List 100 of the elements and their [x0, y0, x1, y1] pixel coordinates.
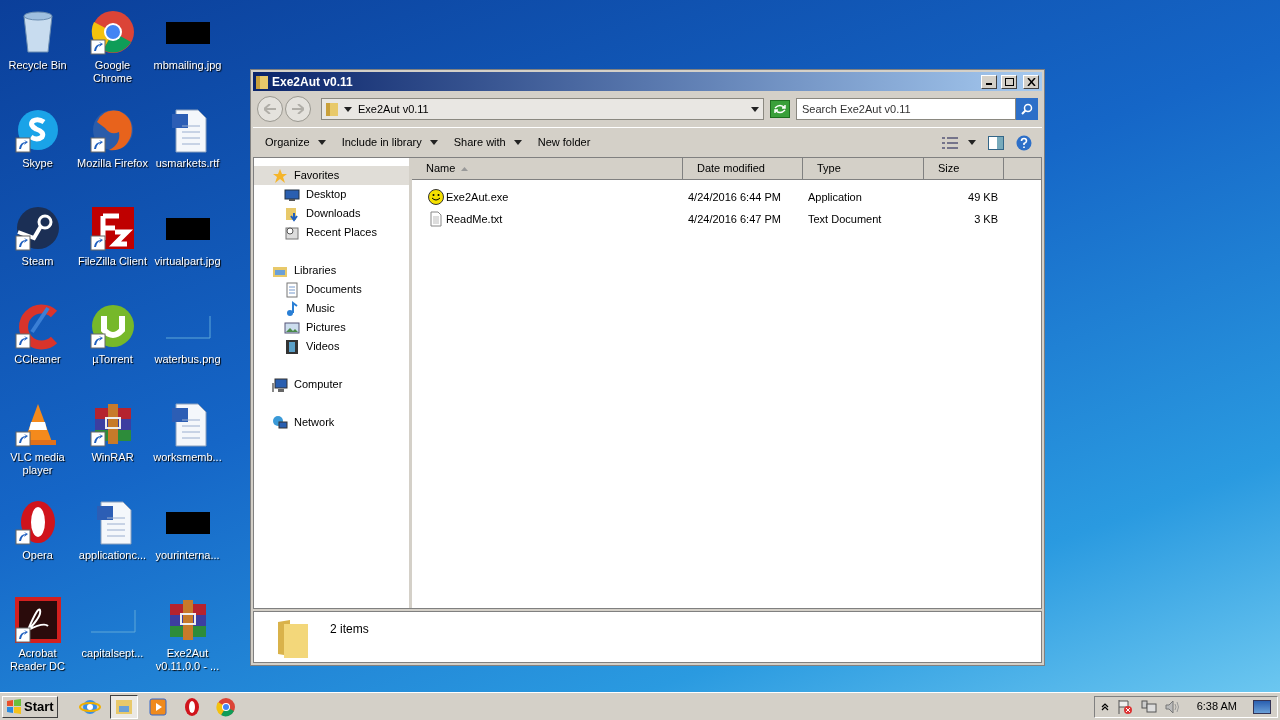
toolbar-button[interactable]: Include in library	[333, 130, 446, 155]
desktop-icon-label[interactable]: Acrobat Reader DC	[0, 647, 75, 673]
file-name: ReadMe.txt	[446, 211, 503, 227]
show-desktop-button[interactable]	[1253, 699, 1271, 714]
navigation-item[interactable]: Downloads	[254, 204, 409, 223]
minimize-button[interactable]	[981, 74, 997, 89]
column-header[interactable]: Name	[412, 158, 683, 180]
navigation-label: Computer	[294, 377, 343, 393]
navigation-label: Downloads	[306, 206, 361, 222]
refresh-icon	[774, 104, 786, 114]
help-icon	[1016, 134, 1032, 151]
caret-icon	[513, 140, 522, 145]
toolbar-button[interactable]: New folder	[529, 130, 599, 155]
desktop-icon-label[interactable]: Opera	[0, 549, 75, 562]
refresh-button[interactable]	[770, 100, 790, 118]
desktop-icon-label[interactable]: CCleaner	[0, 353, 75, 366]
navigation-label: Favorites	[294, 168, 340, 184]
desktop-icon-label[interactable]: VLC media player	[0, 451, 75, 477]
column-header[interactable]: Date modified	[683, 158, 803, 180]
desktop-icon-label[interactable]: waterbus.png	[150, 353, 225, 366]
file-row[interactable]: ReadMe.txt 4/24/2016 6:47 PM Text Document 3 KB	[412, 208, 1041, 230]
network-icon	[272, 414, 288, 431]
computer-icon	[272, 376, 288, 393]
desktop-icon-label[interactable]: Steam	[0, 255, 75, 268]
column-header[interactable]: Type	[803, 158, 924, 180]
navigation-item[interactable]: Favorites	[254, 166, 409, 185]
taskbar-button[interactable]	[109, 694, 138, 719]
navigation-item[interactable]: Libraries	[254, 261, 409, 280]
desktop-icon-label[interactable]: Mozilla Firefox	[75, 157, 150, 170]
address-bar[interactable]: Exe2Aut v0.11	[321, 98, 764, 120]
chevron-up-icon[interactable]	[1100, 702, 1109, 711]
utorrent-icon[interactable]	[88, 302, 137, 350]
window-title: Exe2Aut v0.11	[272, 73, 354, 91]
navigation-item[interactable]: Pictures	[254, 318, 409, 337]
desktop-icon-label[interactable]: mbmailing.jpg	[150, 59, 225, 72]
speaker-icon[interactable]	[1164, 698, 1181, 715]
navigation-label: Network	[294, 415, 335, 431]
navigation-item[interactable]: Desktop	[254, 185, 409, 204]
desktop-icon-label[interactable]: µTorrent	[75, 353, 150, 366]
search-field[interactable]: Search Exe2Aut v0.11	[796, 98, 1016, 120]
filezilla-icon[interactable]	[88, 204, 137, 252]
search-button[interactable]	[1016, 98, 1038, 120]
date-modified-cell-text: 4/24/2016 6:47 PM	[687, 211, 782, 227]
navigation-item[interactable]: Documents	[254, 280, 409, 299]
close-icon	[1026, 77, 1036, 86]
navigation-item[interactable]: Computer	[254, 375, 409, 394]
start-button[interactable]: Start	[2, 695, 58, 718]
navigation-label: Libraries	[294, 263, 337, 279]
folder-icon	[276, 618, 310, 658]
clock[interactable]: 6:38 AM	[1196, 698, 1237, 715]
desktop-icon-label[interactable]: Recycle Bin	[0, 59, 75, 72]
address-text: Exe2Aut v0.11	[358, 101, 430, 117]
smiley-icon	[428, 189, 444, 205]
desktop-icon-label[interactable]: WinRAR	[75, 451, 150, 464]
close-button[interactable]	[1023, 74, 1039, 89]
folder-icon	[256, 74, 268, 89]
preview-pane-icon	[988, 135, 1004, 150]
navigation-label: Videos	[306, 339, 340, 355]
file-row[interactable]: Exe2Aut.exe 4/24/2016 6:44 PM Application 49 KB	[412, 186, 1041, 208]
date-modified-cell-text: 4/24/2016 6:44 PM	[687, 189, 782, 205]
column-header[interactable]: Size	[924, 158, 1004, 180]
desktop-icon-label[interactable]: Skype	[0, 157, 75, 170]
search-icon	[1021, 103, 1033, 115]
desktop-icon-label[interactable]: applicationc...	[75, 549, 150, 562]
details-view-icon	[942, 136, 958, 149]
navigation-label: Music	[306, 301, 335, 317]
desktop-icon-label[interactable]: capitalsept...	[75, 647, 150, 660]
caret-icon	[429, 140, 438, 145]
chrome-icon[interactable]	[88, 8, 137, 56]
desktop-icon-label[interactable]: FileZilla Client	[75, 255, 150, 268]
navigation-item[interactable]: Recent Places	[254, 223, 409, 242]
monitor-icon	[284, 186, 300, 203]
forward-arrow-icon	[292, 104, 304, 114]
toolbar-button[interactable]: Organize	[257, 130, 334, 155]
flag-error-icon[interactable]	[1116, 698, 1133, 715]
navigation-item[interactable]: Videos	[254, 337, 409, 356]
dropdown-caret-icon	[751, 106, 759, 112]
sort-ascending-icon	[461, 166, 469, 171]
windows-logo-icon	[6, 698, 22, 715]
film-icon	[284, 338, 300, 355]
desktop-icon-label[interactable]: virtualpart.jpg	[150, 255, 225, 268]
acrobat-icon[interactable]	[13, 596, 62, 644]
picture-icon	[284, 319, 300, 336]
steam-icon[interactable]	[13, 204, 62, 252]
toolbar-button[interactable]: Share with	[445, 130, 530, 155]
text-file-icon	[428, 211, 444, 227]
desktop-icon-label[interactable]: Google Chrome	[75, 59, 150, 85]
navigation-item[interactable]: Music	[254, 299, 409, 318]
navigation-label: Documents	[306, 282, 362, 298]
desktop-icon-label[interactable]: Exe2Aut v0.11.0.0 - ...	[150, 647, 225, 673]
desktop-icon-label[interactable]: worksmemb...	[150, 451, 225, 464]
network-icon[interactable]	[1140, 698, 1157, 715]
maximize-icon	[1004, 77, 1014, 86]
desktop-icon-label[interactable]: yourinterna...	[150, 549, 225, 562]
file-name: Exe2Aut.exe	[446, 189, 509, 205]
navigation-item[interactable]: Network	[254, 413, 409, 432]
folder-icon	[326, 102, 338, 116]
maximize-button[interactable]	[1001, 74, 1017, 89]
desktop-icon-label[interactable]: usmarkets.rtf	[150, 157, 225, 170]
size-cell-text: 49 KB	[967, 189, 999, 205]
